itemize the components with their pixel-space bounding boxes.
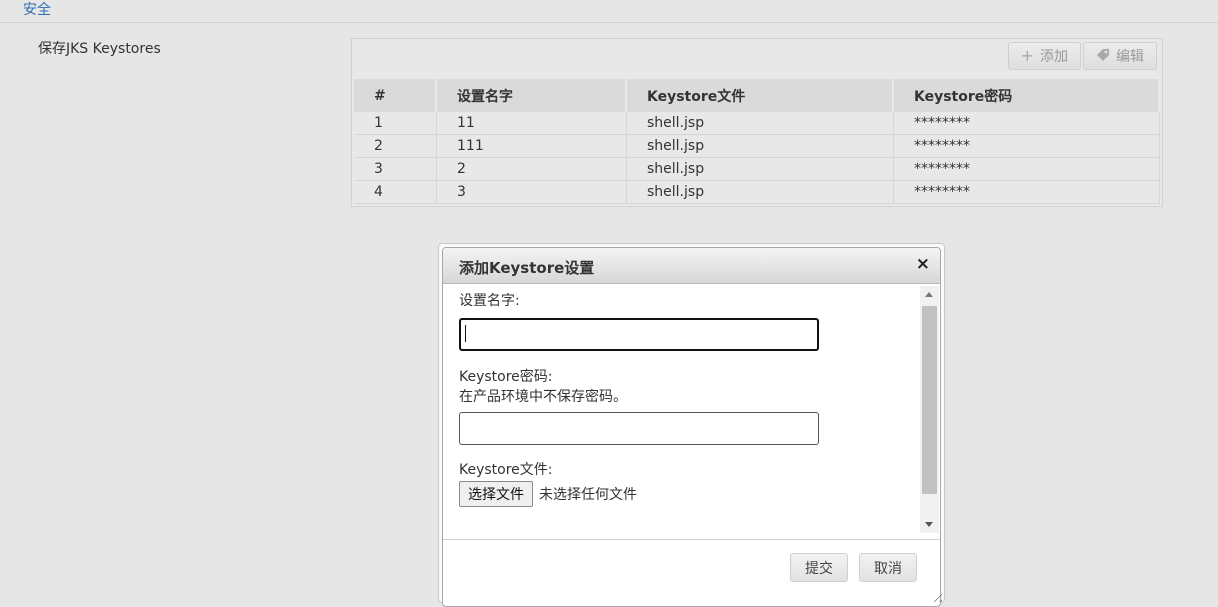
add-button[interactable]: + 添加 [1007,42,1081,70]
edit-button-label: 编辑 [1116,49,1144,65]
setting-name-label: 设置名字: [459,293,520,309]
cell-file: shell.jsp [627,158,894,181]
column-header-name[interactable]: 设置名字 [437,79,627,112]
cell-index: 2 [354,135,437,158]
keystores-table: # 设置名字 Keystore文件 Keystore密码 1 11 shell.… [354,79,1160,204]
keystore-password-input[interactable] [459,412,819,445]
cell-name: 11 [437,112,627,135]
scroll-thumb[interactable] [922,306,937,494]
column-header-password[interactable]: Keystore密码 [894,79,1160,112]
table-row[interactable]: 2 111 shell.jsp ******** [354,135,1160,158]
cell-index: 4 [354,181,437,204]
setting-name-input[interactable] [459,318,819,351]
cancel-button[interactable]: 取消 [859,553,917,582]
dialog-frame: 添加Keystore设置 × 设置名字: Keystore密码: 在产品环境中不… [438,243,945,607]
cell-name: 111 [437,135,627,158]
table-row[interactable]: 1 11 shell.jsp ******** [354,112,1160,135]
cell-name: 2 [437,158,627,181]
choose-file-button[interactable]: 选择文件 [459,481,533,507]
cell-file: shell.jsp [627,181,894,204]
cell-password: ******** [894,181,1160,204]
dialog-scrollbar[interactable] [920,286,939,533]
dialog-body: 设置名字: Keystore密码: 在产品环境中不保存密码。 Keystore文… [443,284,923,534]
add-keystore-dialog: 添加Keystore设置 × 设置名字: Keystore密码: 在产品环境中不… [442,247,941,607]
scroll-down-arrow-icon[interactable] [925,522,933,527]
submit-button[interactable]: 提交 [790,553,848,582]
file-picker: 选择文件 未选择任何文件 [459,481,907,507]
cell-password: ******** [894,158,1160,181]
dialog-titlebar[interactable]: 添加Keystore设置 × [443,248,940,284]
column-header-index[interactable]: # [354,79,437,112]
cell-file: shell.jsp [627,112,894,135]
section-divider [0,22,1218,23]
keystore-password-label: Keystore密码: [459,369,553,385]
keystore-file-label: Keystore文件: [459,462,553,478]
cell-name: 3 [437,181,627,204]
close-icon[interactable]: × [916,256,930,273]
add-button-label: 添加 [1040,49,1068,65]
dialog-footer: 提交 取消 [443,539,940,606]
file-status: 未选择任何文件 [539,487,637,503]
cell-index: 1 [354,112,437,135]
keystores-toolbar: + 添加 编辑 [1007,42,1157,70]
table-header-row: # 设置名字 Keystore文件 Keystore密码 [354,79,1160,112]
table-row[interactable]: 3 2 shell.jsp ******** [354,158,1160,181]
column-header-file[interactable]: Keystore文件 [627,79,894,112]
password-note: 在产品环境中不保存密码。 [459,389,627,405]
cell-file: shell.jsp [627,135,894,158]
text-caret [465,325,466,342]
section-title: 安全 [23,2,51,18]
edit-button[interactable]: 编辑 [1083,42,1157,70]
tag-icon [1096,48,1110,65]
cell-password: ******** [894,135,1160,158]
cell-password: ******** [894,112,1160,135]
scroll-up-arrow-icon[interactable] [925,292,933,297]
keystores-panel: + 添加 编辑 # 设置名字 Keystore文件 Keystore密码 1 1… [351,38,1163,207]
keystores-label: 保存JKS Keystores [38,41,161,57]
plus-icon: + [1020,46,1034,65]
dialog-title: 添加Keystore设置 [459,259,595,277]
table-row[interactable]: 4 3 shell.jsp ******** [354,181,1160,204]
cell-index: 3 [354,158,437,181]
